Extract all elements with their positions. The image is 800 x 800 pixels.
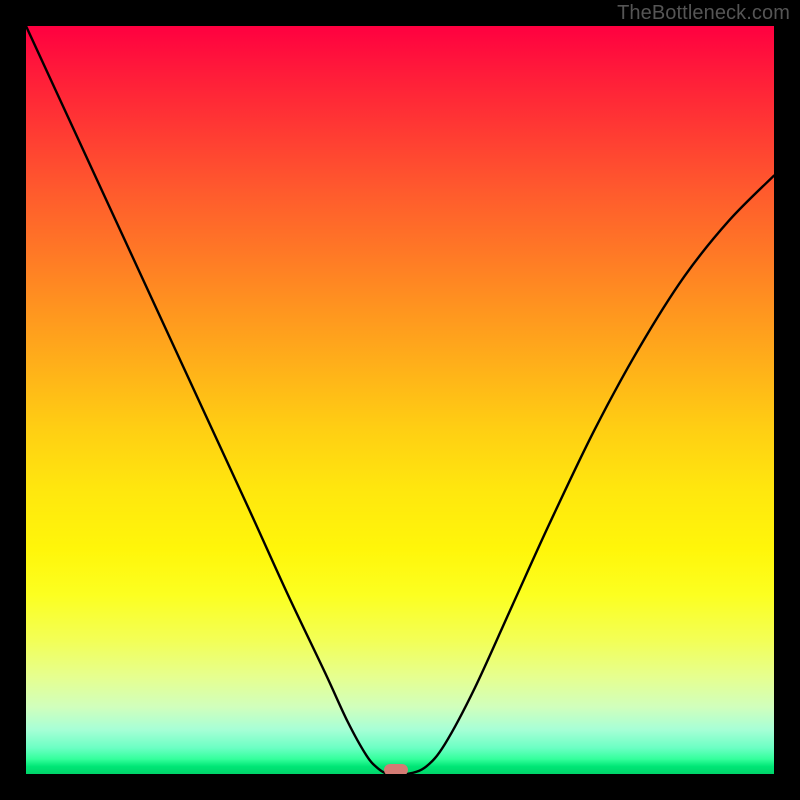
attribution-text: TheBottleneck.com [617,2,790,25]
curve-svg [26,26,774,774]
plot-area [26,26,774,774]
minimum-marker [384,764,408,774]
bottleneck-curve-path [26,26,774,774]
outer-frame: TheBottleneck.com [0,0,800,800]
